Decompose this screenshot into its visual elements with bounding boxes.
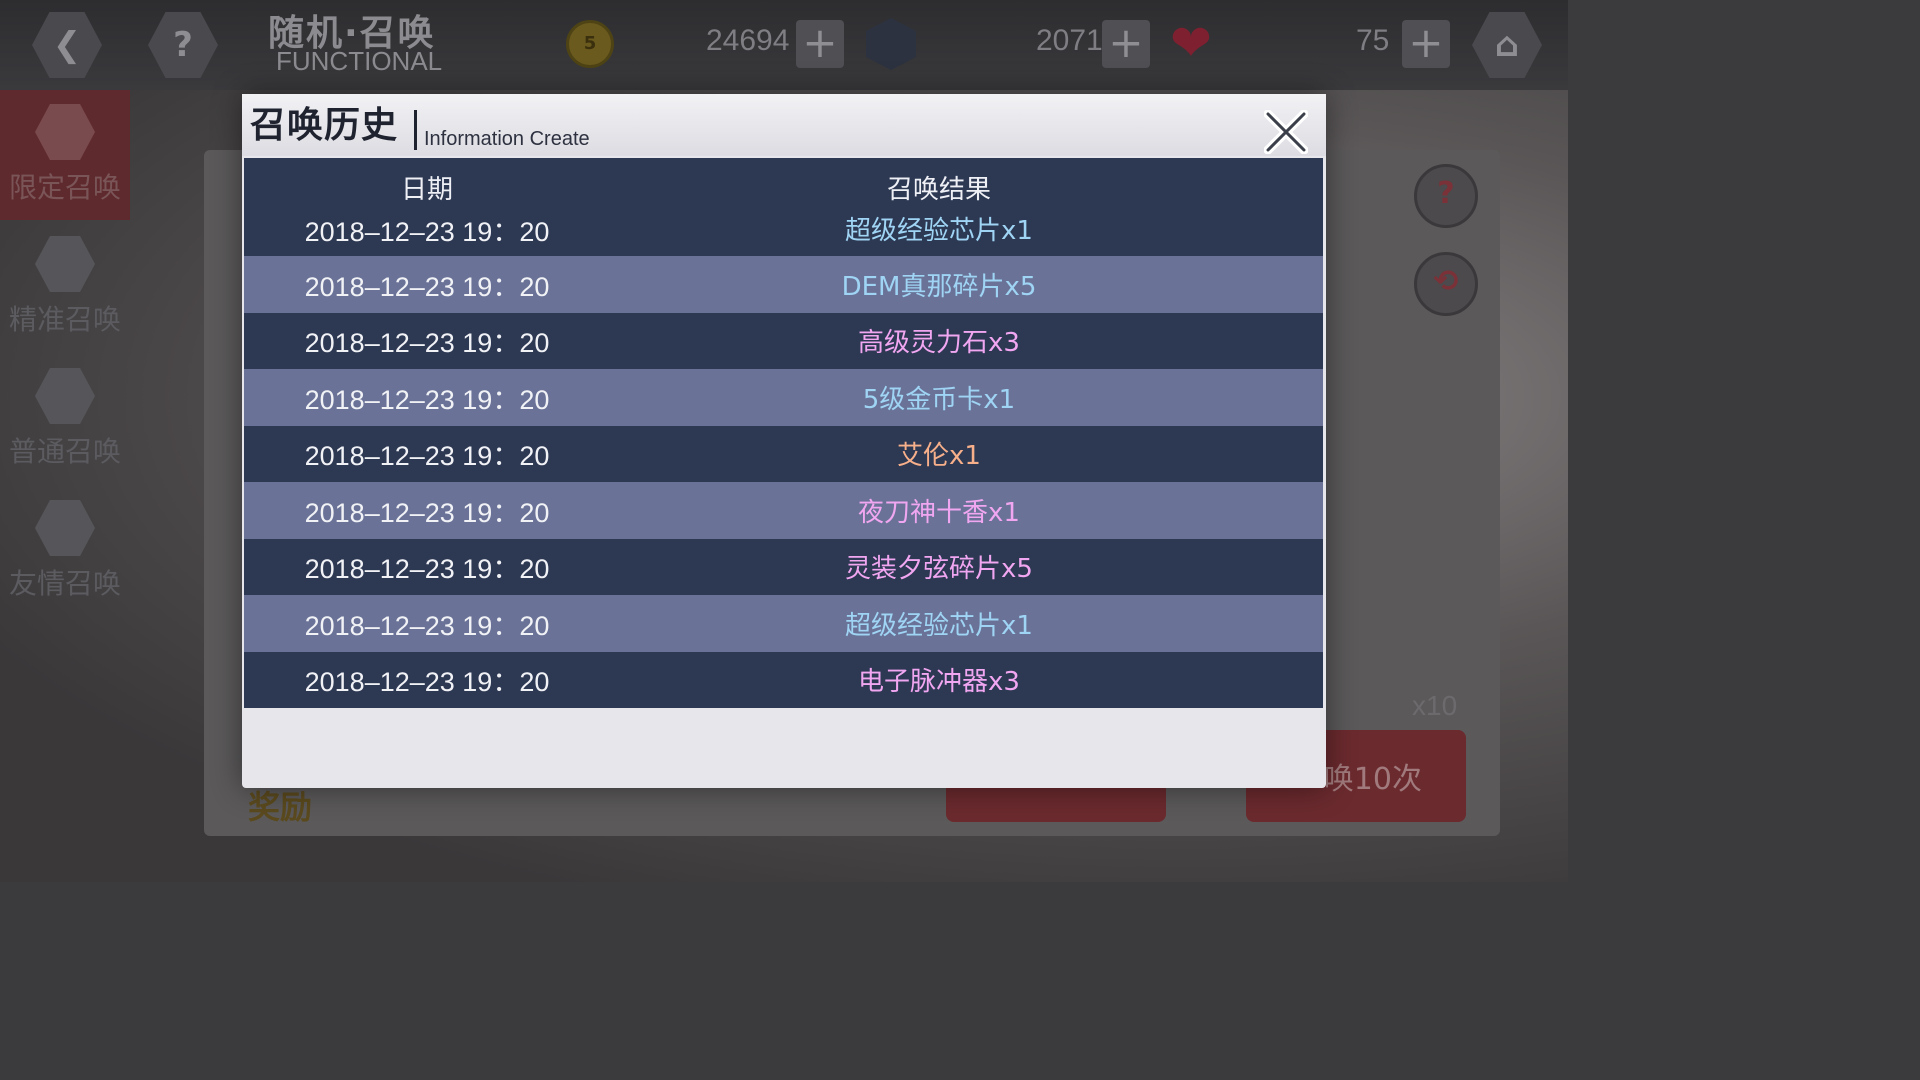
table-row: 2018–12–23 19：20 夜刀神十香x1	[244, 482, 1323, 539]
row-date: 2018–12–23 19：20	[304, 384, 550, 415]
summon-ten-label: 唤10次	[1323, 762, 1422, 797]
nav-item-normal-summon[interactable]: 普通召唤	[0, 354, 130, 484]
history-button[interactable]: ⟲	[1414, 252, 1478, 316]
row-date: 2018–12–23 19：20	[304, 328, 550, 359]
table-row: 2018–12–23 19：20 DEM真那碎片x5	[244, 256, 1323, 313]
history-clock-icon: ⟲	[1433, 264, 1459, 299]
history-table: 日期 召唤结果 2018–12–23 19：20 超级经验芯片x1 2018–12–…	[244, 158, 1323, 708]
dialog-header: 召唤历史 Information Create	[242, 94, 1326, 156]
row-date: 2018–12–23 19：20	[304, 667, 550, 698]
home-button[interactable]: ⌂	[1472, 12, 1542, 78]
help-button[interactable]: ?	[148, 12, 218, 78]
coin-count: 24694	[706, 24, 790, 57]
question-icon: ?	[1437, 176, 1455, 211]
back-arrow-icon: ❮	[52, 25, 82, 65]
column-header-date: 日期	[400, 175, 453, 205]
gem-count: 2071	[1036, 24, 1103, 57]
column-header-result: 召唤结果	[886, 175, 991, 205]
row-result: 超级经验芯片x1	[845, 610, 1033, 641]
nav-item-precise-summon[interactable]: 精准召唤	[0, 222, 130, 352]
plus-icon: +	[802, 18, 838, 67]
top-bar: ❮ ? 随机·召唤 FUNCTIONAL 5 24694 + 2071 + ❤ …	[0, 0, 1568, 90]
table-row: 2018–12–23 19：20 艾伦x1	[244, 425, 1323, 482]
heart-shield-icon	[35, 500, 95, 556]
dialog-title: 召唤历史	[250, 105, 399, 146]
eye-icon	[35, 236, 95, 292]
nav-item-label: 精准召唤	[8, 303, 121, 336]
plus-icon: +	[1408, 18, 1444, 67]
summon-history-dialog: 召唤历史 Information Create 日期 召唤结果 2018–12–…	[242, 94, 1326, 788]
title-divider	[414, 110, 417, 150]
question-icon: ?	[173, 25, 193, 65]
heart-icon: ❤	[1170, 14, 1212, 72]
heart-count: 75	[1356, 24, 1390, 57]
table-row: 2018–12–23 19：20 电子脉冲器x3	[244, 651, 1323, 708]
table-row: 2018–12–23 19：20 超级经验芯片x1	[244, 595, 1323, 652]
nav-item-label: 限定召唤	[8, 171, 121, 204]
page-subtitle: FUNCTIONAL	[276, 46, 443, 76]
row-result: 夜刀神十香x1	[858, 497, 1020, 528]
row-date: 2018–12–23 19：20	[304, 554, 550, 585]
nav-item-label: 友情召唤	[8, 567, 121, 600]
add-coins-button[interactable]: +	[796, 20, 844, 68]
add-gems-button[interactable]: +	[1102, 20, 1150, 68]
close-icon	[1263, 109, 1309, 155]
gem-icon	[866, 18, 916, 70]
add-hearts-button[interactable]: +	[1402, 20, 1450, 68]
close-button[interactable]	[1263, 109, 1309, 155]
table-row: 2018–12–23 19：20 5级金币卡x1	[244, 369, 1323, 426]
reward-label: 奖励	[248, 788, 313, 826]
nav-item-label: 普通召唤	[8, 435, 121, 468]
summon-type-nav: 限定召唤 精准召唤 普通召唤 友情召唤	[0, 90, 135, 650]
home-icon: ⌂	[1494, 25, 1520, 65]
row-result: 艾伦x1	[897, 441, 981, 472]
back-button[interactable]: ❮	[32, 12, 102, 78]
row-result: 电子脉冲器x3	[858, 667, 1020, 698]
table-row: 2018–12–23 19：20 灵装夕弦碎片x5	[244, 538, 1323, 595]
nav-item-limited-summon[interactable]: 限定召唤	[0, 90, 130, 220]
nav-item-friend-summon[interactable]: 友情召唤	[0, 486, 130, 616]
plus-icon: +	[1108, 18, 1144, 67]
hexagons-icon	[35, 104, 95, 160]
row-date: 2018–12–23 19：20	[304, 610, 550, 641]
row-result: 超级经验芯片x1	[845, 216, 1033, 246]
table-row: 2018–12–23 19：20 超级经验芯片x1	[244, 210, 1323, 256]
row-result: 灵装夕弦碎片x5	[845, 554, 1033, 585]
row-date: 2018–12–23 19：20	[304, 497, 550, 528]
row-date: 2018–12–23 19：20	[304, 441, 550, 472]
coin-icon: 5	[566, 20, 614, 68]
row-date: 2018–12–23 19：20	[304, 271, 550, 302]
row-result: 5级金币卡x1	[862, 384, 1016, 415]
table-row: 2018–12–23 19：20 高级灵力石x3	[244, 312, 1323, 369]
x10-label: x10	[1412, 690, 1458, 721]
stage-help-button[interactable]: ?	[1414, 164, 1478, 228]
dialog-subtitle: Information Create	[424, 128, 590, 150]
row-result: DEM真那碎片x5	[841, 271, 1037, 302]
row-result: 高级灵力石x3	[858, 328, 1020, 359]
card-icon	[35, 368, 95, 424]
row-date: 2018–12–23 19：20	[304, 217, 550, 247]
table-body: 2018–12–23 19：20 超级经验芯片x1 2018–12–23 19：20…	[244, 210, 1323, 708]
table-header: 日期 召唤结果	[244, 158, 1323, 210]
